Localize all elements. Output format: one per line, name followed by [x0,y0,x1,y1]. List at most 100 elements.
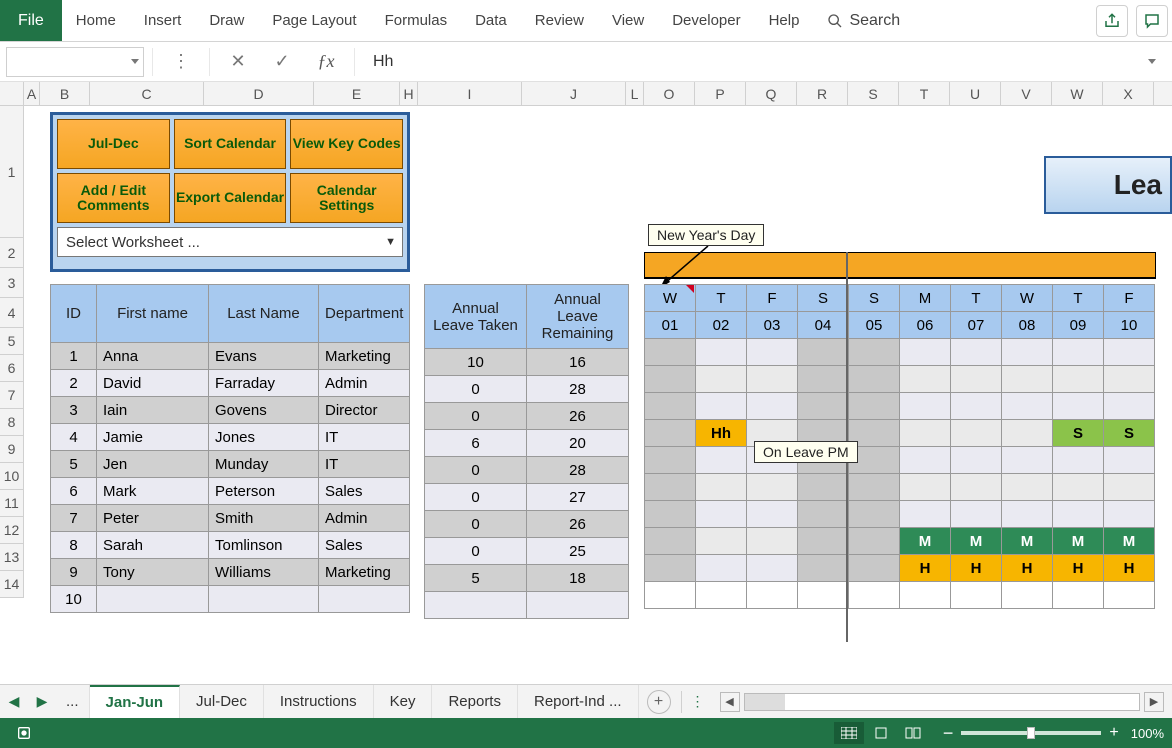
cal-cell[interactable] [849,474,900,501]
cal-cell[interactable]: H [1104,555,1155,582]
cal-cell[interactable]: S [1053,420,1104,447]
tab-overflow[interactable]: ... [56,685,90,719]
cal-cell[interactable] [696,474,747,501]
cal-cell[interactable] [696,339,747,366]
cal-cell[interactable] [900,339,951,366]
cal-cell[interactable] [951,339,1002,366]
cell[interactable] [527,592,629,619]
cal-cell[interactable] [645,393,696,420]
cell[interactable]: 5 [425,565,527,592]
record-macro-button[interactable] [9,722,39,744]
table-row[interactable]: 3IainGovensDirector [51,397,410,424]
cal-cell[interactable] [645,582,696,609]
confirm-entry-button[interactable]: ✓ [262,47,302,77]
cal-cell[interactable] [1053,393,1104,420]
cell[interactable]: 4 [51,424,97,451]
cal-cell[interactable] [798,393,849,420]
cal-cell[interactable] [798,582,849,609]
cal-cell[interactable] [1002,420,1053,447]
cal-cell[interactable] [1053,339,1104,366]
column-header-H[interactable]: H [400,82,418,105]
table-row[interactable]: 620 [425,430,629,457]
column-header-I[interactable]: I [418,82,522,105]
cal-cell[interactable] [747,555,798,582]
cell[interactable]: Munday [209,451,319,478]
cal-cell[interactable] [900,447,951,474]
column-header-V[interactable]: V [1001,82,1052,105]
menu-home[interactable]: Home [62,0,130,41]
cal-cell[interactable] [696,366,747,393]
column-header-J[interactable]: J [522,82,626,105]
panel-btn-view-key-codes[interactable]: View Key Codes [290,119,403,169]
table-row[interactable]: 026 [425,403,629,430]
table-row[interactable]: 1AnnaEvansMarketing [51,343,410,370]
cal-cell[interactable] [747,339,798,366]
cal-cell[interactable] [645,528,696,555]
insert-function-button[interactable]: ƒx [306,47,346,77]
table-row[interactable]: 028 [425,457,629,484]
cal-cell[interactable] [951,501,1002,528]
cell[interactable]: Jen [97,451,209,478]
sheet-tab-jul-dec[interactable]: Jul-Dec [180,685,264,719]
cal-cell[interactable] [645,366,696,393]
row-header-11[interactable]: 11 [0,490,24,517]
cal-cell[interactable] [798,339,849,366]
cal-cell[interactable] [1104,501,1155,528]
table-row[interactable]: 10 [51,586,410,613]
cell[interactable]: 3 [51,397,97,424]
cell[interactable]: Iain [97,397,209,424]
sheet-tab-reports[interactable]: Reports [432,685,518,719]
tab-scroll-right[interactable]: ▶ [28,685,56,719]
cal-cell[interactable] [747,501,798,528]
cal-cell[interactable]: H [951,555,1002,582]
column-header-A[interactable]: A [24,82,40,105]
cell[interactable]: 0 [425,511,527,538]
cell[interactable]: 10 [425,349,527,376]
cal-cell[interactable] [1104,393,1155,420]
cal-cell[interactable] [1104,582,1155,609]
cancel-entry-button[interactable]: ✕ [218,47,258,77]
file-tab[interactable]: File [0,0,62,41]
more-controls-button[interactable]: ⋮ [161,47,201,77]
cell[interactable]: Sarah [97,532,209,559]
sheet-tab-key[interactable]: Key [374,685,433,719]
cal-cell[interactable] [645,474,696,501]
panel-btn-export-calendar[interactable]: Export Calendar [174,173,287,223]
sheet-tab-report-ind-[interactable]: Report-Ind ... [518,685,639,719]
cell[interactable]: Jamie [97,424,209,451]
zoom-level[interactable]: 100% [1131,726,1164,741]
column-header-W[interactable]: W [1052,82,1103,105]
cell[interactable]: Tomlinson [209,532,319,559]
cell[interactable]: 28 [527,376,629,403]
cal-cell[interactable] [951,366,1002,393]
zoom-in-button[interactable]: + [1109,724,1118,742]
column-header-C[interactable]: C [90,82,204,105]
cal-cell[interactable] [1053,447,1104,474]
cal-cell[interactable] [645,339,696,366]
zoom-out-button[interactable]: − [943,723,954,744]
cal-cell[interactable] [798,366,849,393]
cell[interactable]: Peterson [209,478,319,505]
cell[interactable]: 25 [527,538,629,565]
cal-cell[interactable] [900,474,951,501]
row-header-10[interactable]: 10 [0,463,24,490]
column-header-O[interactable]: O [644,82,695,105]
cell[interactable]: 6 [51,478,97,505]
cal-cell[interactable] [696,447,747,474]
cell[interactable]: 18 [527,565,629,592]
cell[interactable]: David [97,370,209,397]
table-row[interactable]: 4JamieJonesIT [51,424,410,451]
menu-review[interactable]: Review [521,0,598,41]
menu-view[interactable]: View [598,0,658,41]
panel-btn-sort-calendar[interactable]: Sort Calendar [174,119,287,169]
cell[interactable]: 28 [527,457,629,484]
cal-cell[interactable]: H [1002,555,1053,582]
cal-cell[interactable] [645,420,696,447]
cal-cell[interactable] [1104,339,1155,366]
table-row[interactable]: 1016 [425,349,629,376]
cell[interactable] [97,586,209,613]
cal-cell[interactable] [951,474,1002,501]
worksheet-select[interactable]: Select Worksheet ... [57,227,403,257]
menu-insert[interactable]: Insert [130,0,196,41]
cal-cell[interactable] [798,528,849,555]
